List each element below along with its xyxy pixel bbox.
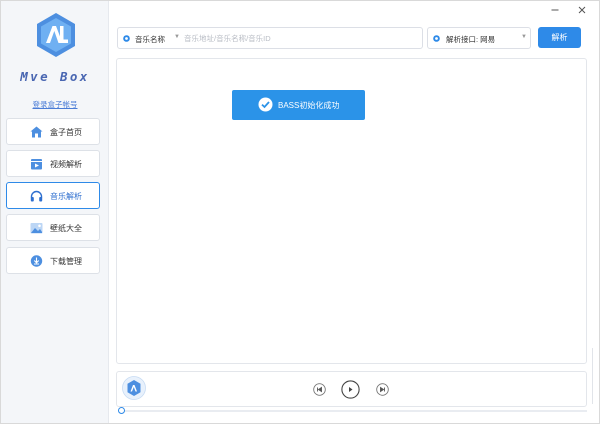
scrollbar[interactable]: [592, 348, 596, 404]
sidebar-item-label: 视频解析: [50, 160, 82, 169]
previous-track-icon[interactable]: [313, 383, 326, 396]
video-icon: [31, 159, 42, 170]
sidebar-item-video[interactable]: 视频解析: [6, 150, 100, 177]
progress-bar[interactable]: [121, 410, 587, 412]
sidebar-item-home[interactable]: 盒子首页: [6, 118, 100, 145]
home-icon: [30, 126, 43, 138]
chevron-down-icon[interactable]: ▼: [521, 34, 527, 40]
download-icon: [30, 255, 43, 267]
sidebar-item-downloads[interactable]: 下载管理: [6, 247, 100, 274]
source-type-select[interactable]: 音乐名称: [135, 34, 165, 45]
sidebar: Mve Box 登录盒子帐号: [1, 1, 109, 423]
api-select-value: 解析接口: 网易: [446, 35, 496, 44]
sidebar-item-label: 盒子首页: [50, 128, 82, 137]
login-link[interactable]: 登录盒子帐号: [1, 99, 109, 110]
api-select[interactable]: 解析接口: 网易 ▼: [427, 27, 531, 49]
toast-message: BASS初始化成功: [278, 101, 340, 110]
app-logo-icon: [37, 13, 75, 57]
search-input[interactable]: [184, 31, 416, 46]
source-icon: [123, 35, 130, 42]
image-icon: [30, 223, 43, 234]
sidebar-item-label: 下载管理: [50, 257, 82, 266]
brand-title: Mve Box: [20, 69, 90, 84]
progress-handle[interactable]: [118, 407, 125, 414]
minimize-icon[interactable]: [550, 5, 560, 15]
sidebar-item-wallpaper[interactable]: 壁纸大全: [6, 214, 100, 241]
sidebar-item-music[interactable]: 音乐解析: [6, 182, 100, 209]
sidebar-item-label: 壁纸大全: [50, 224, 82, 233]
check-circle-icon: [258, 97, 273, 112]
next-track-icon[interactable]: [376, 383, 389, 396]
chevron-down-icon[interactable]: ▼: [174, 34, 180, 40]
sidebar-item-label: 音乐解析: [50, 192, 82, 201]
parse-button[interactable]: 解析: [538, 27, 581, 48]
play-button-icon[interactable]: [341, 380, 360, 399]
api-icon: [433, 35, 440, 42]
headphones-icon: [30, 190, 43, 202]
close-icon[interactable]: [577, 5, 587, 15]
toast-notification: BASS初始化成功: [232, 90, 365, 120]
album-cover-icon: [122, 376, 146, 400]
search-bar: 音乐名称 ▼: [117, 27, 423, 49]
